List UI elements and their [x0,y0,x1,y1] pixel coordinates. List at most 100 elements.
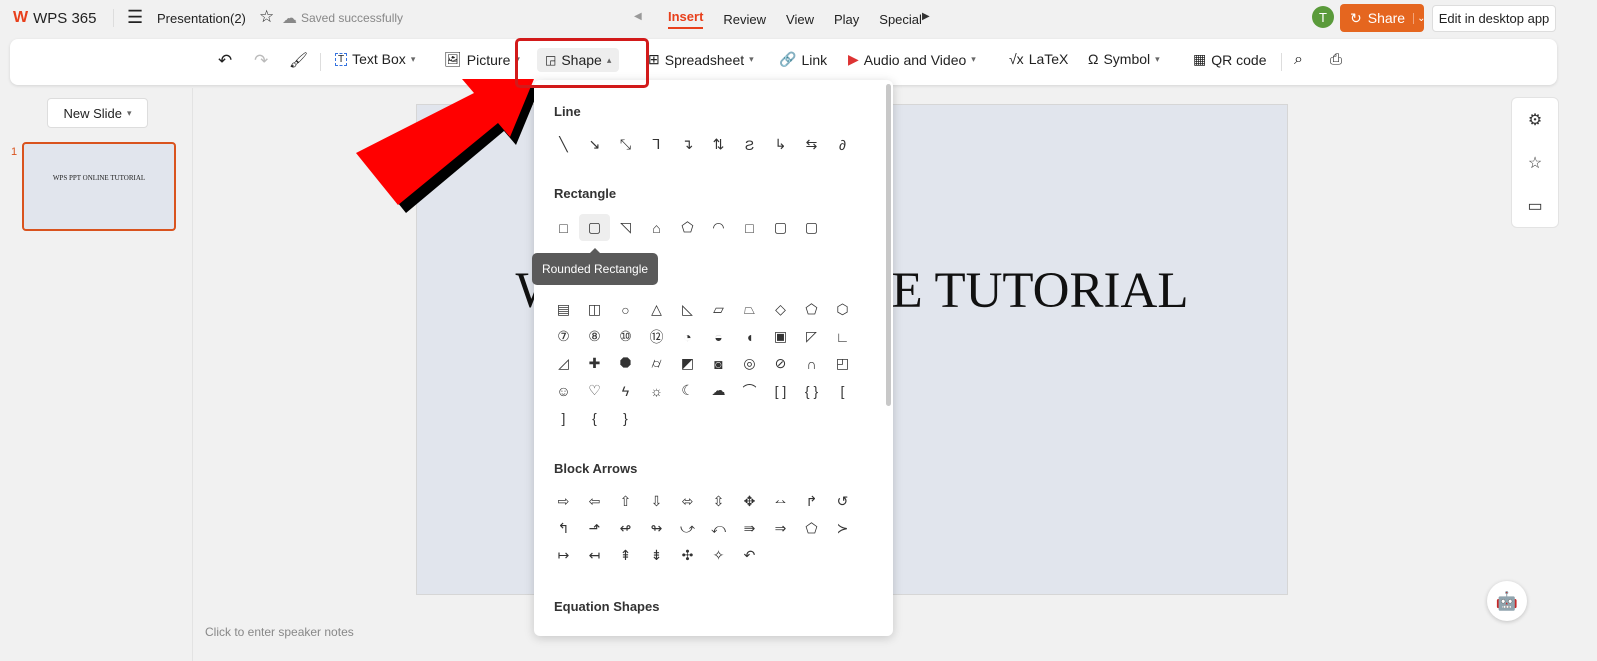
basic-shape-20[interactable]: ◿ [548,350,579,377]
rectangle-shape-5[interactable]: ◠ [703,214,734,241]
arrows-shape-12[interactable]: ↫ [610,515,641,542]
basic-shape-39[interactable]: [ [827,377,858,404]
basic-shape-10[interactable]: ⑦ [548,323,579,350]
basic-shape-42[interactable]: } [610,404,641,431]
line-shape-2[interactable]: ⤡ [610,131,641,158]
basic-shape-30[interactable]: ☺ [548,377,579,404]
line-shape-5[interactable]: ⇅ [703,131,734,158]
basic-shape-23[interactable]: ⌭ [641,350,672,377]
line-shape-9[interactable]: ∂ [827,131,858,158]
settings-icon[interactable]: ⚙ [1512,98,1558,141]
arrows-shape-23[interactable]: ⇟ [641,542,672,569]
avatar[interactable]: T [1312,6,1334,28]
basic-shape-33[interactable]: ☼ [641,377,672,404]
basic-shape-7[interactable]: ◇ [765,296,796,323]
arrows-shape-17[interactable]: ⇒ [765,515,796,542]
tabs-scroll-left-icon[interactable]: ◀ [634,11,642,22]
arrows-shape-22[interactable]: ⇞ [610,542,641,569]
spreadsheet-button[interactable]: ⊞ Spreadsheet ▾ [648,51,754,68]
arrows-shape-20[interactable]: ↦ [548,542,579,569]
star-list-icon[interactable]: ☆ [1512,141,1558,184]
arrows-shape-9[interactable]: ↺ [827,488,858,515]
basic-shape-37[interactable]: [ ] [765,377,796,404]
basic-shape-34[interactable]: ☾ [672,377,703,404]
basic-shape-17[interactable]: ▣ [765,323,796,350]
share-dropdown-icon[interactable]: ⌄ [1413,12,1425,24]
basic-shape-28[interactable]: ∩ [796,350,827,377]
new-slide-button[interactable]: New Slide ▾ [47,98,148,128]
arrows-shape-25[interactable]: ✧ [703,542,734,569]
basic-shape-13[interactable]: ⑫ [641,323,672,350]
slide-thumbnail[interactable]: WPS PPT ONLINE TUTORIAL [22,142,176,231]
basic-shape-5[interactable]: ▱ [703,296,734,323]
audio-video-button[interactable]: ▶ Audio and Video ▾ [848,51,976,68]
document-title[interactable]: Presentation(2) [157,11,246,26]
arrows-shape-1[interactable]: ⇦ [579,488,610,515]
tab-play[interactable]: Play [834,12,859,27]
arrows-shape-16[interactable]: ⇛ [734,515,765,542]
basic-shape-8[interactable]: ⬠ [796,296,827,323]
basic-shape-24[interactable]: ◩ [672,350,703,377]
tabs-scroll-right-icon[interactable]: ▶ [922,11,930,22]
basic-shape-11[interactable]: ⑧ [579,323,610,350]
basic-shape-15[interactable]: ◒ [703,323,734,350]
line-shape-0[interactable]: ╲ [548,131,579,158]
line-shape-8[interactable]: ⇆ [796,131,827,158]
symbol-button[interactable]: Ω Symbol ▾ [1088,51,1160,67]
tab-review[interactable]: Review [723,12,766,27]
line-shape-1[interactable]: ↘ [579,131,610,158]
speaker-notes[interactable]: Click to enter speaker notes [205,625,354,639]
rectangle-shape-4[interactable]: ⬠ [672,214,703,241]
rectangle-shape-8[interactable]: ▢ [796,214,827,241]
rectangle-shape-6[interactable]: □ [734,214,765,241]
arrows-shape-18[interactable]: ⬠ [796,515,827,542]
tab-insert[interactable]: Insert [668,9,704,29]
basic-shape-12[interactable]: ⑩ [610,323,641,350]
arrows-shape-11[interactable]: ⬏ [579,515,610,542]
rectangle-shape-0[interactable]: □ [548,214,579,241]
tab-view[interactable]: View [786,12,814,27]
basic-shape-31[interactable]: ♡ [579,377,610,404]
basic-shape-0[interactable]: ▤ [548,296,579,323]
rectangle-shape-1[interactable]: ▢ [579,214,610,241]
menu-icon[interactable]: ☰ [127,7,143,28]
arrows-shape-5[interactable]: ⇳ [703,488,734,515]
arrows-shape-19[interactable]: ≻ [827,515,858,542]
arrows-shape-3[interactable]: ⇩ [641,488,672,515]
basic-shape-29[interactable]: ◰ [827,350,858,377]
comment-icon[interactable]: ▭ [1512,184,1558,227]
basic-shape-22[interactable]: ⯃ [610,350,641,377]
ai-assistant-icon[interactable]: 🤖 [1487,581,1527,621]
arrows-shape-8[interactable]: ↱ [796,488,827,515]
dropdown-scrollbar[interactable] [886,84,891,406]
basic-shape-2[interactable]: ○ [610,296,641,323]
latex-button[interactable]: √x LaTeX [1009,51,1068,67]
search-icon[interactable]: ⌕ [1294,51,1303,69]
basic-shape-4[interactable]: ◺ [672,296,703,323]
basic-shape-1[interactable]: ◫ [579,296,610,323]
basic-shape-6[interactable]: ⏢ [734,296,765,323]
arrows-shape-0[interactable]: ⇨ [548,488,579,515]
print-icon[interactable]: ⎙ [1330,51,1342,68]
basic-shape-3[interactable]: △ [641,296,672,323]
arrows-shape-24[interactable]: ✣ [672,542,703,569]
arrows-shape-21[interactable]: ↤ [579,542,610,569]
star-icon[interactable]: ☆ [259,7,274,27]
arrows-shape-15[interactable]: ⤺ [703,515,734,542]
arrows-shape-14[interactable]: ⤻ [672,515,703,542]
arrows-shape-2[interactable]: ⇧ [610,488,641,515]
arrows-shape-7[interactable]: ⥎ [765,488,796,515]
arrows-shape-13[interactable]: ↬ [641,515,672,542]
basic-shape-21[interactable]: ✚ [579,350,610,377]
edit-in-desktop-button[interactable]: Edit in desktop app [1432,5,1556,32]
line-shape-3[interactable]: ⅂ [641,131,672,158]
rectangle-shape-7[interactable]: ▢ [765,214,796,241]
qr-code-button[interactable]: ▦ QR code [1193,51,1266,68]
basic-shape-16[interactable]: ◖ [734,323,765,350]
app-logo[interactable]: W WPS 365 [13,9,96,27]
arrows-shape-6[interactable]: ✥ [734,488,765,515]
basic-shape-26[interactable]: ◎ [734,350,765,377]
arrows-shape-4[interactable]: ⬄ [672,488,703,515]
basic-shape-36[interactable]: ⌒ [734,377,765,404]
basic-shape-19[interactable]: ∟ [827,323,858,350]
